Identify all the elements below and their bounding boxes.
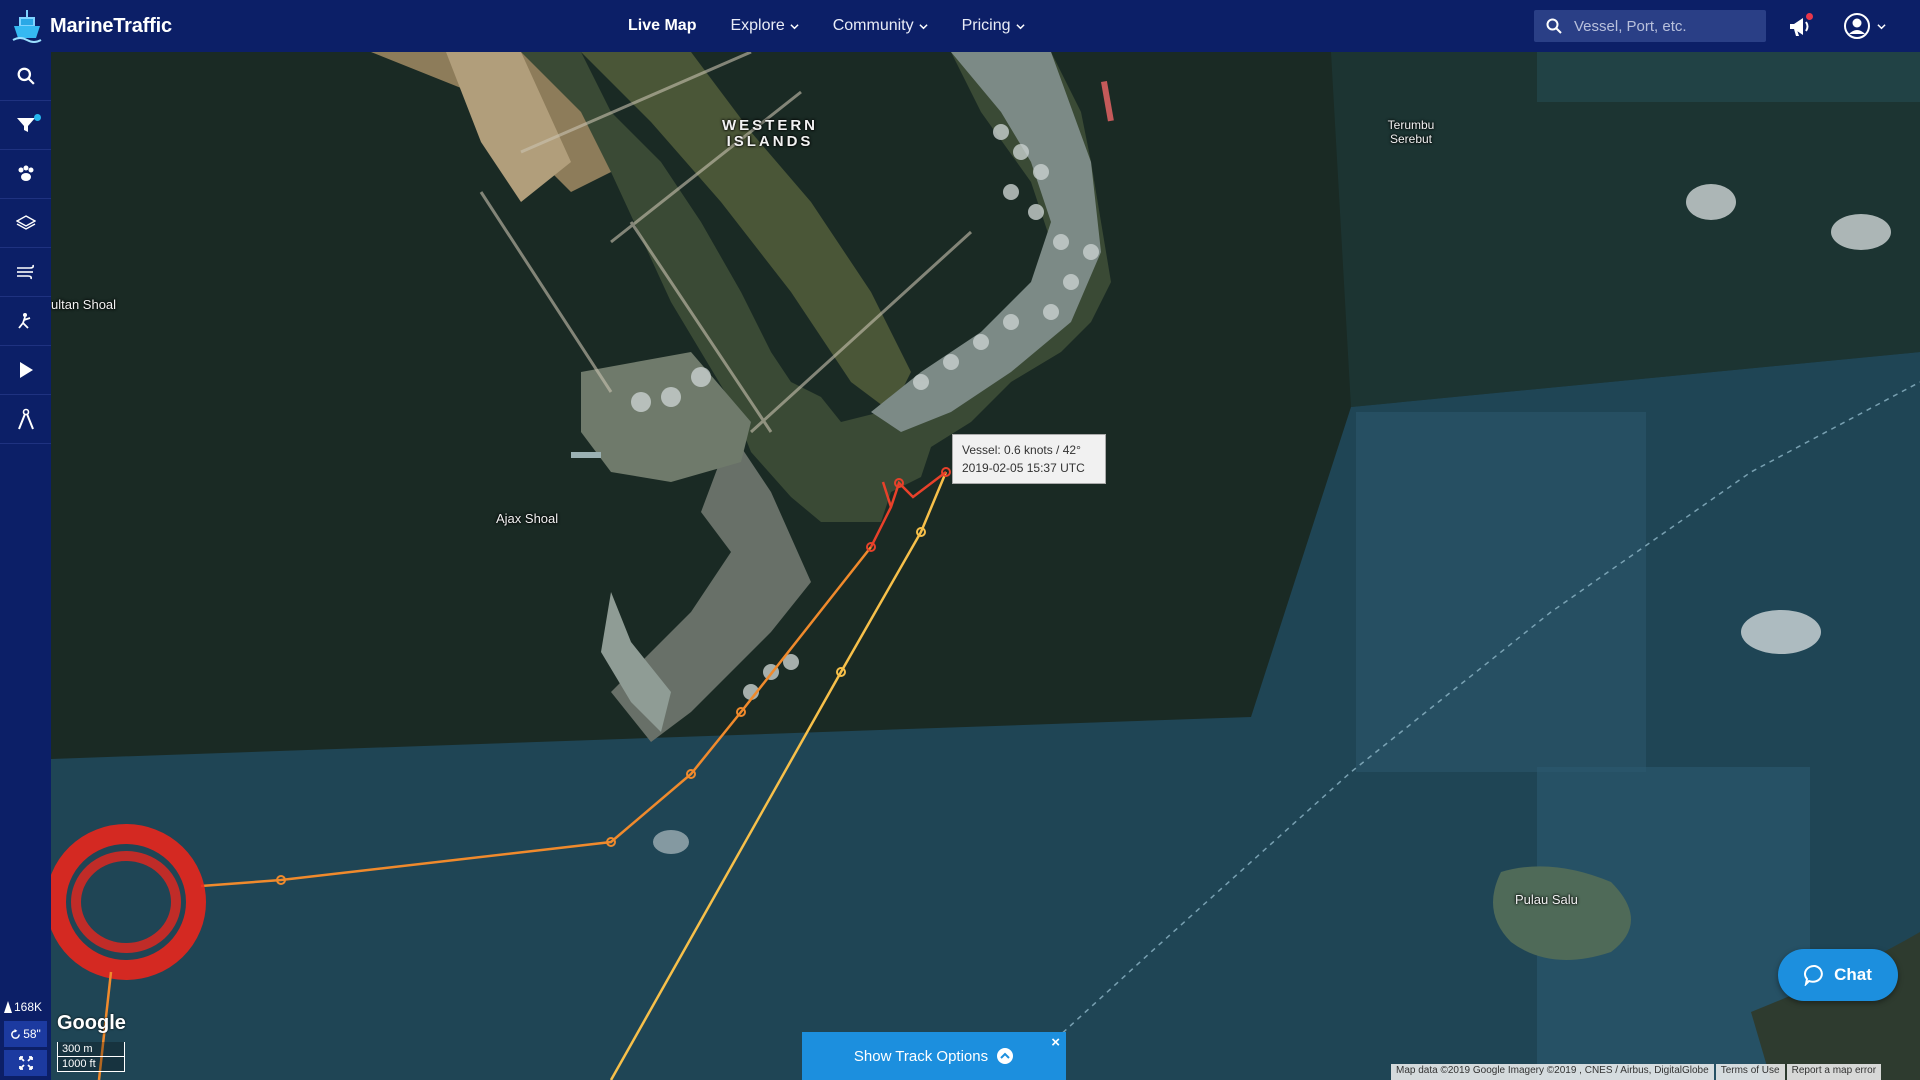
left-toolbar: 168K 58" [0,52,51,1080]
app-title: MarineTraffic [50,14,172,37]
fullscreen-button[interactable] [4,1050,47,1076]
vessel-count: 168K [0,996,51,1018]
account-menu[interactable] [1843,12,1886,40]
nav-live-map[interactable]: Live Map [628,17,696,35]
search-icon [17,67,35,85]
chevron-up-icon [997,1048,1014,1064]
map-label-western-islands: WESTERN ISLANDS [722,117,818,150]
measure-icon [17,313,30,329]
map-label-sultan-shoal: ultan Shoal [51,297,117,312]
refresh-timer[interactable]: 58" [4,1021,47,1047]
map-label-pulau-salu: Pulau Salu [1515,892,1578,907]
nav-pricing[interactable]: Pricing [962,17,1025,35]
layers-icon [15,215,36,230]
chevron-down-icon [919,23,928,29]
nav-pricing-label: Pricing [961,17,1011,34]
track-options-label: Show Track Options [853,1047,989,1065]
vessel-icon [4,1001,12,1013]
fleets-tool-button[interactable] [0,150,51,199]
filter-active-dot [34,114,41,121]
nav-explore[interactable]: Explore [730,17,799,35]
map-attribution: Map data ©2019 Google Imagery ©2019 , CN… [1389,1064,1882,1080]
chat-button[interactable]: Chat [1778,949,1898,1001]
close-track-button[interactable]: × [1051,1034,1060,1051]
search-icon [1546,18,1562,34]
compass-tool-button[interactable] [0,395,51,444]
chevron-down-icon [790,23,799,29]
scale-metric: 300 m [57,1042,125,1057]
nav-explore-label: Explore [730,17,785,34]
play-icon [19,362,33,378]
scale-imperial: 1000 ft [57,1057,125,1072]
top-navigation-bar: MarineTraffic Live Map Explore Community… [0,0,1920,52]
filter-icon [16,118,35,132]
fullscreen-icon [18,1056,33,1070]
tooltip-timestamp: 2019-02-05 15:37 UTC [962,461,1085,475]
main-nav: Live Map Explore Community Pricing [628,0,1025,52]
map-label-ajax-shoal: Ajax Shoal [496,511,559,526]
vessel-track-tooltip: Vessel: 0.6 knots / 42° 2019-02-05 15:37… [952,434,1106,484]
nav-community[interactable]: Community [833,17,928,35]
satellite-map [51,52,1920,1080]
vessel-count-value: 168K [14,1000,43,1014]
show-track-options-button[interactable]: Show Track Options × [802,1032,1066,1080]
tooltip-speed: Vessel: 0.6 knots / 42° [962,443,1081,457]
refresh-icon [11,1028,21,1039]
map-label-terumbu-serebut: Terumbu Serebut [1387,118,1435,146]
nav-community-label: Community [832,17,914,34]
map-scale[interactable]: 300 m 1000 ft [57,1042,125,1072]
weather-tool-button[interactable] [0,248,51,297]
terms-of-use-link[interactable]: Terms of Use [1715,1064,1785,1080]
sidebar-stats: 168K 58" [0,996,51,1080]
refresh-timer-value: 58" [23,1027,41,1041]
google-logo: Google [57,1012,126,1034]
filter-tool-button[interactable] [0,101,51,150]
map-view[interactable]: WESTERN ISLANDS Terumbu Serebut ultan Sh… [51,52,1920,1080]
chevron-down-icon [1015,23,1025,29]
search-input[interactable] [1574,17,1754,35]
nav-live-map-label: Live Map [628,17,697,34]
logo[interactable]: MarineTraffic [10,6,172,46]
chat-label: Chat [1834,965,1872,984]
user-avatar-icon [1844,13,1870,39]
search-tool-button[interactable] [0,52,51,101]
chevron-down-icon [1877,23,1886,29]
report-map-error-link[interactable]: Report a map error [1786,1064,1882,1080]
wind-icon [16,264,34,280]
distance-tool-button[interactable] [0,297,51,346]
paw-icon [18,165,33,181]
notifications-button[interactable] [1786,12,1814,40]
search-box [1534,10,1766,42]
chat-bubble-icon [1804,964,1823,986]
compass-icon [17,408,34,430]
notification-badge [1806,13,1813,20]
attribution-data: Map data ©2019 Google Imagery ©2019 , CN… [1391,1064,1714,1080]
playback-tool-button[interactable] [0,346,51,395]
ship-logo-icon [12,10,42,43]
layers-tool-button[interactable] [0,199,51,248]
